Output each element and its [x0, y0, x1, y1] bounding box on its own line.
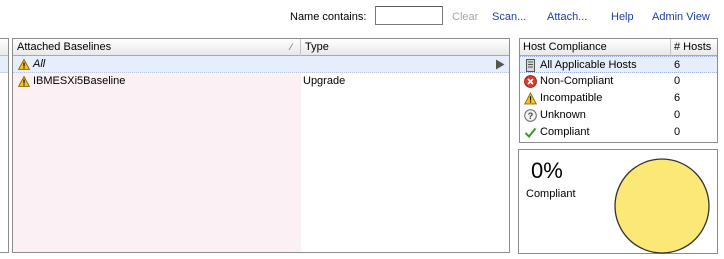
list-item-all-applicable-hosts[interactable]: All Applicable Hosts 6: [520, 56, 717, 73]
attach-link[interactable]: Attach...: [547, 11, 587, 23]
error-icon: [524, 75, 537, 88]
left-panel-header: [0, 39, 8, 56]
hosts-count: 6: [674, 59, 681, 71]
hosts-count: 0: [674, 126, 681, 138]
column-header-label: Type: [305, 41, 329, 53]
list-item-unknown[interactable]: ? Unknown 0: [520, 107, 717, 124]
list-item-non-compliant[interactable]: Non-Compliant 0: [520, 73, 717, 90]
check-icon: [524, 127, 537, 138]
left-panel-edge: [0, 38, 9, 253]
column-header-label: Attached Baselines: [17, 41, 112, 53]
column-header-host-compliance[interactable]: Host Compliance: [520, 39, 671, 56]
compliance-label: Compliant: [526, 188, 576, 200]
baselines-grid: Attached Baselines ⁄ Type All IBMESXi5Ba…: [12, 38, 510, 253]
baseline-name: IBMESXi5Baseline: [33, 75, 126, 87]
unknown-icon: ?: [524, 109, 537, 122]
hosts-count: 6: [674, 92, 681, 104]
host-icon: [526, 59, 535, 72]
svg-text:?: ?: [528, 111, 534, 121]
pie-noncompliant-slice: [614, 158, 710, 254]
admin-view-link[interactable]: Admin View: [652, 11, 710, 23]
compliance-label: Incompatible: [540, 92, 603, 104]
baselines-grid-header: Attached Baselines ⁄ Type: [13, 39, 509, 56]
list-item-compliant[interactable]: Compliant 0: [520, 124, 717, 141]
compliance-label: All Applicable Hosts: [540, 59, 637, 71]
hosts-count: 0: [674, 109, 681, 121]
name-contains-input[interactable]: [375, 6, 443, 25]
host-compliance-list: Host Compliance # Hosts All Applicable H…: [519, 38, 718, 143]
column-header-type[interactable]: Type: [301, 39, 509, 56]
scan-link[interactable]: Scan...: [492, 11, 526, 23]
sort-indicator-icon: ⁄: [290, 42, 292, 52]
warning-icon: [18, 76, 30, 87]
compliance-percent: 0%: [531, 158, 563, 183]
compliance-label: Unknown: [540, 109, 586, 121]
host-compliance-header: Host Compliance # Hosts: [520, 39, 717, 56]
clear-link[interactable]: Clear: [452, 11, 478, 23]
hosts-count: 0: [674, 75, 681, 87]
compliance-chart-panel: 0% Compliant: [518, 149, 718, 254]
warning-icon: [18, 59, 30, 70]
left-panel-selected-row[interactable]: [0, 56, 8, 73]
column-header-hosts-count[interactable]: # Hosts: [671, 39, 717, 56]
warning-icon: [524, 92, 537, 105]
name-contains-label: Name contains:: [290, 11, 367, 23]
list-item-incompatible[interactable]: Incompatible 6: [520, 90, 717, 107]
compliance-label: Compliant: [540, 126, 590, 138]
table-row-ibmesxi5baseline[interactable]: IBMESXi5Baseline Upgrade: [13, 73, 509, 90]
expand-arrow-icon[interactable]: [495, 59, 505, 70]
baseline-name: All: [33, 58, 46, 70]
help-link[interactable]: Help: [611, 11, 634, 23]
column-header-attached-baselines[interactable]: Attached Baselines ⁄: [13, 39, 301, 56]
compliance-label: Non-Compliant: [540, 75, 614, 87]
baseline-type: Upgrade: [303, 75, 346, 87]
toolbar: Name contains: Clear Scan... Attach... H…: [0, 0, 724, 34]
compliance-pie-chart: [614, 158, 710, 254]
table-row-all[interactable]: All: [13, 56, 509, 73]
